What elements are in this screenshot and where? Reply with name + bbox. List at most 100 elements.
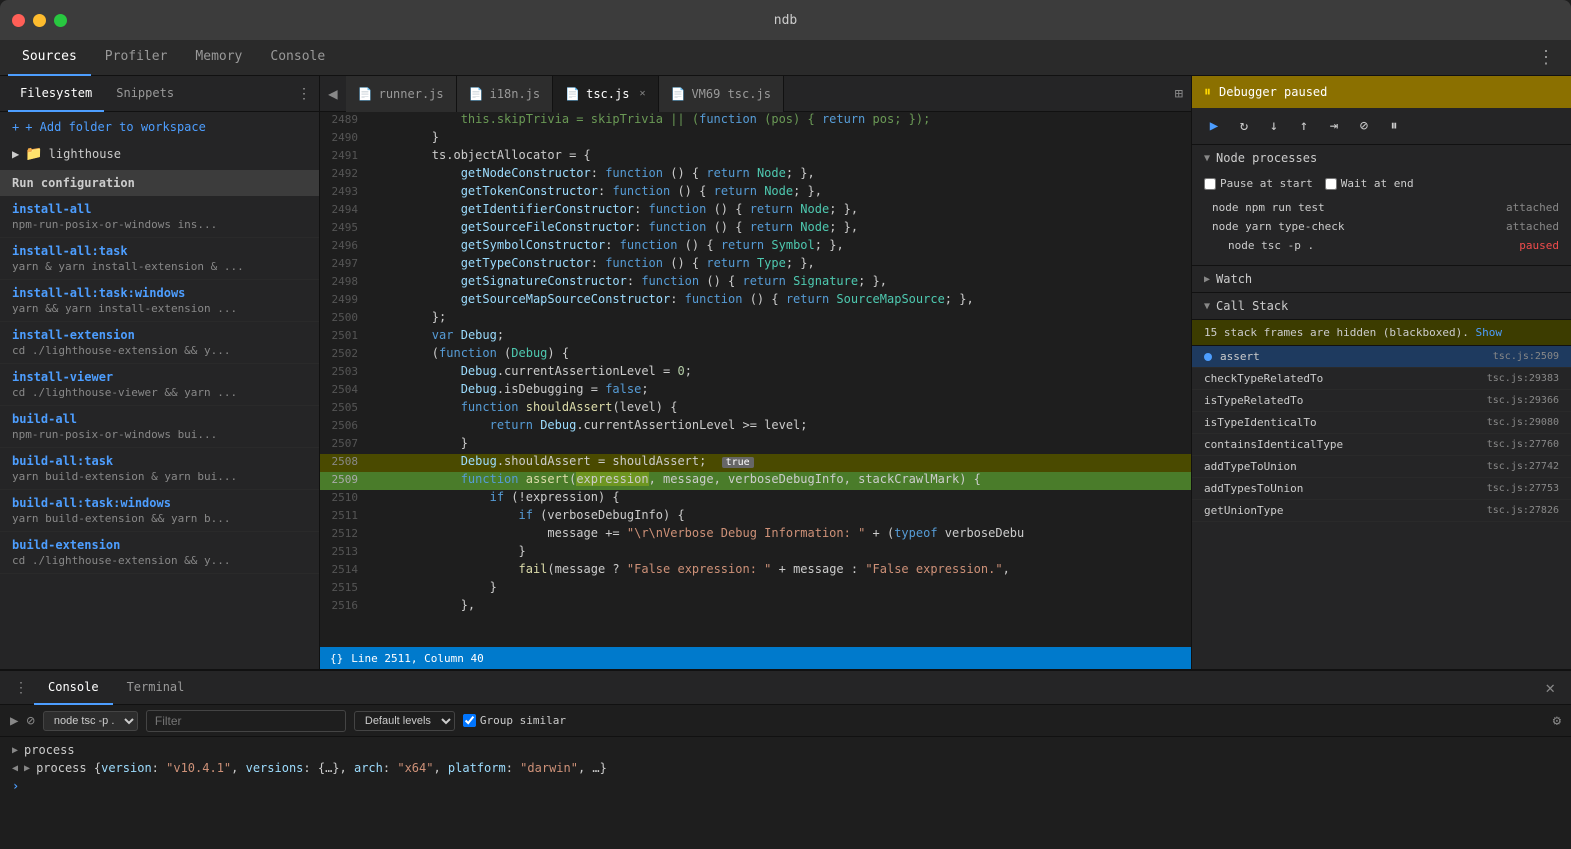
console-tab-icon[interactable]: ⋮ — [8, 680, 34, 696]
console-run-button[interactable]: ▶ — [10, 713, 18, 729]
process-npm-run-test[interactable]: node npm run test attached — [1204, 198, 1559, 217]
code-line-2505: 2505 function shouldAssert(level) { — [320, 400, 1191, 418]
folder-lighthouse[interactable]: ▶ 📁 lighthouse — [0, 142, 319, 166]
cs-item-checkTypeRelatedTo[interactable]: checkTypeRelatedTo tsc.js:29383 — [1192, 368, 1571, 390]
close-button[interactable] — [12, 14, 25, 27]
cs-frame-loc: tsc.js:29366 — [1487, 395, 1559, 406]
watch-section-header[interactable]: ▶ Watch — [1192, 266, 1571, 293]
run-config-install-all[interactable]: install-all npm-run-posix-or-windows ins… — [0, 196, 319, 238]
close-tab-icon[interactable]: ✕ — [639, 88, 645, 99]
add-folder-button[interactable]: + + Add folder to workspace — [0, 112, 319, 142]
run-config-build-all-task-windows[interactable]: build-all:task:windows yarn build-extens… — [0, 490, 319, 532]
cs-item-isTypeIdenticalTo[interactable]: isTypeIdenticalTo tsc.js:29080 — [1192, 412, 1571, 434]
console-area: ⋮ Console Terminal ✕ ▶ ⊘ node tsc -p . D… — [0, 669, 1571, 849]
editor-tab-i18n-js[interactable]: 📄 i18n.js — [457, 76, 554, 112]
minimize-button[interactable] — [33, 14, 46, 27]
blackbox-text: 15 stack frames are hidden (blackboxed). — [1204, 326, 1469, 339]
close-console-icon[interactable]: ✕ — [1537, 678, 1563, 697]
sidebar-tab-snippets[interactable]: Snippets — [104, 76, 186, 112]
step-out-button[interactable]: ↑ — [1292, 114, 1316, 138]
cs-frame-name: getUnionType — [1204, 504, 1487, 517]
pause-at-start-checkbox[interactable] — [1204, 178, 1216, 190]
group-similar-checkbox[interactable] — [463, 714, 476, 727]
console-line-process[interactable]: ▶ process — [12, 741, 1559, 759]
expand-arrow-icon[interactable]: ▶ — [12, 745, 18, 756]
app-body: Filesystem Snippets ⋮ + + Add folder to … — [0, 76, 1571, 849]
tab-sources[interactable]: Sources — [8, 40, 91, 76]
debugger-toolbar: ▶ ↻ ↓ ↑ ⇥ ⊘ ⏸ — [1192, 108, 1571, 145]
wait-at-end-label[interactable]: Wait at end — [1325, 177, 1414, 190]
step-over-button[interactable]: ↻ — [1232, 114, 1256, 138]
resume-button[interactable]: ▶ — [1202, 114, 1226, 138]
deactivate-breakpoints-button[interactable]: ⊘ — [1352, 114, 1376, 138]
active-frame-dot — [1204, 353, 1212, 361]
process-tsc[interactable]: node tsc -p . paused — [1204, 236, 1559, 255]
step-into-button[interactable]: ↓ — [1262, 114, 1286, 138]
console-filter-input[interactable] — [146, 710, 346, 732]
console-level-select[interactable]: Default levels — [354, 711, 455, 731]
cs-item-containsIdenticalType[interactable]: containsIdenticalType tsc.js:27760 — [1192, 434, 1571, 456]
code-line-2508: 2508 Debug.shouldAssert = shouldAssert; … — [320, 454, 1191, 472]
console-stop-button[interactable]: ⊘ — [26, 713, 34, 729]
run-config-install-viewer[interactable]: install-viewer cd ./lighthouse-viewer &&… — [0, 364, 319, 406]
tab-memory[interactable]: Memory — [181, 40, 256, 76]
group-similar-label[interactable]: Group similar — [463, 714, 566, 727]
expand-arrow-small-icon[interactable]: ▶ — [24, 763, 30, 774]
process-name: node yarn type-check — [1212, 220, 1344, 233]
tab-terminal[interactable]: Terminal — [113, 671, 199, 705]
cs-item-assert[interactable]: assert tsc.js:2509 — [1192, 346, 1571, 368]
run-config-list: install-all npm-run-posix-or-windows ins… — [0, 196, 319, 669]
step-button[interactable]: ⇥ — [1322, 114, 1346, 138]
console-gear-icon[interactable]: ⚙ — [1553, 713, 1561, 729]
debugger-paused-banner: ⏸ Debugger paused — [1192, 76, 1571, 108]
sidebar-options-icon[interactable]: ⋮ — [297, 86, 311, 102]
run-config-name: install-all — [12, 202, 307, 216]
editor-tab-tsc-js[interactable]: 📄 tsc.js ✕ — [553, 76, 658, 112]
show-blackboxed-button[interactable]: Show — [1476, 326, 1503, 339]
tab-console-main[interactable]: Console — [256, 40, 339, 76]
pause-on-exceptions-button[interactable]: ⏸ — [1382, 114, 1406, 138]
run-config-build-all[interactable]: build-all npm-run-posix-or-windows bui..… — [0, 406, 319, 448]
editor-tab-runner-js[interactable]: 📄 runner.js — [346, 76, 457, 112]
wait-at-end-checkbox[interactable] — [1325, 178, 1337, 190]
pause-at-start-label[interactable]: Pause at start — [1204, 177, 1313, 190]
node-processes-header[interactable]: ▼ Node processes — [1192, 145, 1571, 171]
code-editor[interactable]: 2489 this.skipTrivia = skipTrivia || (fu… — [320, 112, 1191, 647]
folder-icon: 📁 — [25, 146, 42, 162]
code-line-2514: 2514 fail(message ? "False expression: "… — [320, 562, 1191, 580]
console-line-process-expanded[interactable]: ◀ ▶ process {version: "v10.4.1", version… — [12, 759, 1559, 777]
editor-action-icon[interactable]: ⊞ — [1167, 86, 1191, 102]
run-config-install-extension[interactable]: install-extension cd ./lighthouse-extens… — [0, 322, 319, 364]
console-tab-bar: ⋮ Console Terminal ✕ — [0, 671, 1571, 705]
call-stack-header[interactable]: ▼ Call Stack — [1192, 293, 1571, 320]
maximize-button[interactable] — [54, 14, 67, 27]
run-config-build-extension[interactable]: build-extension cd ./lighthouse-extensio… — [0, 532, 319, 574]
call-stack-section: ▼ Call Stack 15 stack frames are hidden … — [1192, 293, 1571, 669]
run-config-name: build-all:task:windows — [12, 496, 307, 510]
run-config-install-all-task[interactable]: install-all:task yarn & yarn install-ext… — [0, 238, 319, 280]
run-config-build-all-task[interactable]: build-all:task yarn build-extension & ya… — [0, 448, 319, 490]
process-yarn-type-check[interactable]: node yarn type-check attached — [1204, 217, 1559, 236]
cs-item-getUnionType[interactable]: getUnionType tsc.js:27826 — [1192, 500, 1571, 522]
status-brackets: {} — [330, 652, 343, 665]
call-stack-list: assert tsc.js:2509 checkTypeRelatedTo ts… — [1192, 346, 1571, 669]
cs-item-addTypesToUnion[interactable]: addTypesToUnion tsc.js:27753 — [1192, 478, 1571, 500]
cs-item-isTypeRelatedTo[interactable]: isTypeRelatedTo tsc.js:29366 — [1192, 390, 1571, 412]
editor-tab-vm69-tsc-js[interactable]: 📄 VM69 tsc.js — [659, 76, 784, 112]
sidebar-tab-filesystem[interactable]: Filesystem — [8, 76, 104, 112]
main-menu-icon[interactable]: ⋮ — [1529, 47, 1563, 68]
cs-item-addTypeToUnion[interactable]: addTypeToUnion tsc.js:27742 — [1192, 456, 1571, 478]
plus-icon: + — [12, 120, 19, 134]
cs-frame-loc: tsc.js:27760 — [1487, 439, 1559, 450]
run-config-install-all-task-windows[interactable]: install-all:task:windows yarn && yarn in… — [0, 280, 319, 322]
cs-frame-loc: tsc.js:27742 — [1487, 461, 1559, 472]
collapse-arrow-icon: ▼ — [1204, 301, 1210, 312]
process-status: attached — [1506, 220, 1559, 233]
console-process-select[interactable]: node tsc -p . — [43, 711, 138, 731]
code-line-2491: 2491 ts.objectAllocator = { — [320, 148, 1191, 166]
console-prompt-line[interactable]: › — [12, 777, 1559, 795]
collapse-arrow-icon[interactable]: ◀ — [12, 763, 18, 774]
tab-profiler[interactable]: Profiler — [91, 40, 182, 76]
tab-console[interactable]: Console — [34, 671, 113, 705]
editor-nav-back[interactable]: ◀ — [320, 84, 346, 103]
